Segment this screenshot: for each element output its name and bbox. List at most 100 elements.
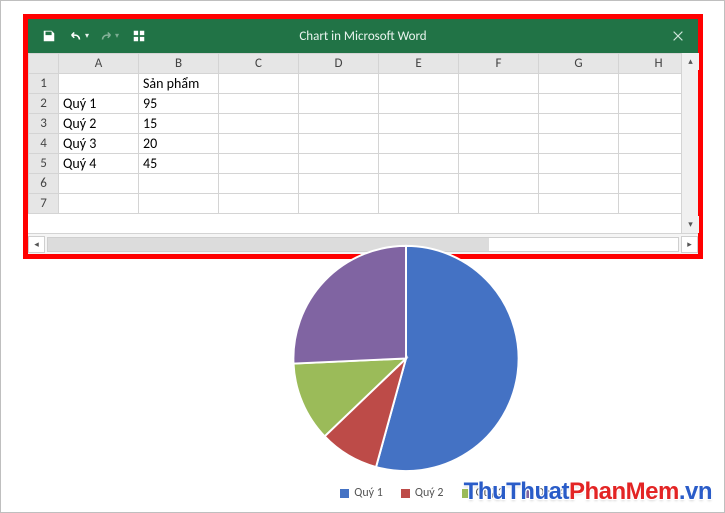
cell[interactable] [219,134,299,154]
scroll-up-icon[interactable]: ▴ [682,53,699,70]
cell[interactable] [379,114,459,134]
cell[interactable] [219,174,299,194]
cell[interactable] [139,174,219,194]
cell[interactable] [299,154,379,174]
legend-swatch [340,489,349,498]
cell[interactable] [59,194,139,214]
cell[interactable] [539,174,619,194]
cell[interactable] [539,194,619,214]
cell[interactable] [459,194,539,214]
scroll-left-icon[interactable]: ◂ [28,236,45,253]
worksheet-area: A B C D E F G H [28,53,698,254]
cell[interactable] [459,154,539,174]
cell[interactable] [299,174,379,194]
cell[interactable] [379,194,459,214]
row-header[interactable]: 4 [29,134,59,154]
cell[interactable] [299,134,379,154]
titlebar: ▾ ▾ Chart in Microsoft Word [28,19,698,53]
table-row: 2 Quý 1 95 [29,94,699,114]
redo-icon [99,29,113,43]
cell[interactable] [379,174,459,194]
save-button[interactable] [36,23,62,49]
table-row: 6 [29,174,699,194]
cell-B2[interactable]: 95 [139,94,219,114]
table-row: 1 Sản phẩm [29,74,699,94]
cell[interactable] [539,74,619,94]
pie-slice[interactable] [293,246,406,364]
row-header[interactable]: 5 [29,154,59,174]
cell-B5[interactable]: 45 [139,154,219,174]
watermark: ThuThuatPhanMem.vn [464,478,712,506]
col-header[interactable]: F [459,54,539,74]
cell-A5[interactable]: Quý 4 [59,154,139,174]
row-header[interactable]: 6 [29,174,59,194]
cell[interactable] [379,134,459,154]
cell[interactable] [299,114,379,134]
cell[interactable] [539,114,619,134]
col-header[interactable]: B [139,54,219,74]
scroll-track[interactable] [682,70,698,216]
cell[interactable] [379,74,459,94]
cell[interactable] [379,154,459,174]
customize-qat-button[interactable] [126,23,152,49]
cell-A1[interactable] [59,74,139,94]
chevron-down-icon: ▾ [115,31,119,41]
col-header[interactable]: C [219,54,299,74]
cell-B4[interactable]: 20 [139,134,219,154]
cell[interactable] [219,194,299,214]
legend-item: Quý 1 [340,486,383,500]
col-header[interactable]: E [379,54,459,74]
cell[interactable] [539,94,619,114]
table-row: 4 Quý 3 20 [29,134,699,154]
cell[interactable] [459,94,539,114]
quick-access-toolbar: ▾ ▾ [28,23,152,49]
table-row: 7 [29,194,699,214]
row-header[interactable]: 7 [29,194,59,214]
column-header-row: A B C D E F G H [29,54,699,74]
scroll-down-icon[interactable]: ▾ [682,216,699,233]
cell[interactable] [459,134,539,154]
vertical-scrollbar[interactable]: ▴ ▾ [681,53,698,233]
legend-label: Quý 2 [415,486,444,500]
cell-B3[interactable]: 15 [139,114,219,134]
cell[interactable] [219,74,299,94]
cell-B1[interactable]: Sản phẩm [139,74,219,94]
cell[interactable] [219,154,299,174]
chevron-down-icon: ▾ [85,31,89,41]
spreadsheet-grid[interactable]: A B C D E F G H [28,53,698,214]
save-icon [42,29,56,43]
close-button[interactable] [658,19,698,53]
legend-item: Quý 2 [401,486,444,500]
cell-A4[interactable]: Quý 3 [59,134,139,154]
cell[interactable] [539,134,619,154]
cell[interactable] [459,114,539,134]
cell[interactable] [139,194,219,214]
cell[interactable] [459,174,539,194]
row-header[interactable]: 3 [29,114,59,134]
undo-icon [69,29,83,43]
undo-button[interactable]: ▾ [66,23,92,49]
row-header[interactable]: 2 [29,94,59,114]
cell[interactable] [379,94,459,114]
legend-swatch [401,489,410,498]
cell[interactable] [299,94,379,114]
cell-A3[interactable]: Quý 2 [59,114,139,134]
redo-button[interactable]: ▾ [96,23,122,49]
cell-A2[interactable]: Quý 1 [59,94,139,114]
cell[interactable] [219,114,299,134]
pie-chart[interactable] [271,241,541,476]
cell[interactable] [459,74,539,94]
col-header[interactable]: G [539,54,619,74]
cell[interactable] [299,74,379,94]
col-header[interactable]: A [59,54,139,74]
chart-area: Quý 1Quý 2Quý 3Quý 4 [121,241,694,502]
select-all-corner[interactable] [29,54,59,74]
row-header[interactable]: 1 [29,74,59,94]
col-header[interactable]: D [299,54,379,74]
watermark-text: .vn [679,478,712,505]
cell[interactable] [219,94,299,114]
cell[interactable] [299,194,379,214]
cell[interactable] [539,154,619,174]
cell[interactable] [59,174,139,194]
table-row: 3 Quý 2 15 [29,114,699,134]
